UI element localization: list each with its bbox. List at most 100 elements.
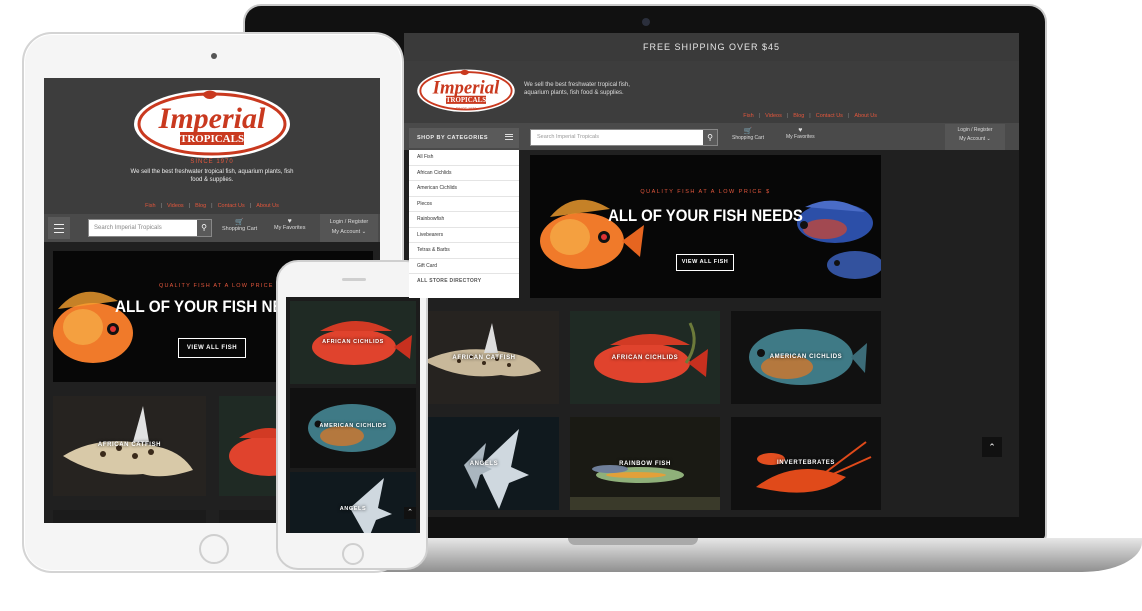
tile-african-cichlids[interactable]: AFRICAN CICHLIDS [290, 301, 416, 384]
link-blog[interactable]: Blog [793, 113, 804, 119]
category-tetras-barbs[interactable]: Tetras & Barbs [409, 243, 519, 259]
cart-label: Shopping Cart [222, 226, 258, 232]
svg-text:Imperial: Imperial [432, 77, 500, 98]
hero-kicker: QUALITY FISH AT A LOW PRICE $ [159, 283, 281, 289]
tile-label: AFRICAN CICHLIDS [611, 355, 679, 361]
cart-icon: 🛒 [743, 128, 753, 135]
category-american-cichlids[interactable]: American Cichlids [409, 181, 519, 197]
tile-african-catfish[interactable]: AFRICAN CATFISH [53, 396, 206, 496]
logo[interactable]: Imperial TROPICALS [132, 86, 292, 162]
home-button [199, 534, 229, 564]
heart-icon: ♥ [287, 218, 292, 225]
shop-by-categories-button[interactable]: SHOP BY CATEGORIES [409, 128, 519, 148]
cart-icon: 🛒 [235, 219, 244, 226]
tile-label: RAINBOW FISH [619, 461, 671, 467]
header-links: Fish | Videos | Blog | Contact Us | About Us [743, 113, 877, 119]
link-blog[interactable]: Blog [195, 203, 206, 209]
svg-text:TROPICALS: TROPICALS [180, 133, 244, 145]
mobile-site: AFRICAN CICHLIDS AMERICAN CICHLIDS ANGEL… [286, 297, 420, 533]
tile-label: AMERICAN CICHLIDS [769, 354, 843, 360]
tile-label: ANGELS [339, 506, 367, 512]
search-icon[interactable]: ⚲ [703, 130, 717, 145]
category-plecos[interactable]: Plecos [409, 197, 519, 212]
account-menu[interactable]: Login / Register My Account ⌄ [320, 214, 378, 242]
angelfish-image [290, 472, 416, 533]
favorites-button[interactable]: ♥ My Favorites [274, 218, 305, 231]
nav-bar: SHOP BY CATEGORIES Search Imperial Tropi… [404, 123, 1019, 150]
speaker [342, 278, 366, 281]
tile-african-cichlids[interactable]: AFRICAN CICHLIDS [570, 311, 720, 404]
device-mockup: FREE SHIPPING OVER $45 Imperial TROPICAL… [0, 0, 1142, 611]
camera-icon [642, 18, 650, 26]
search-icon[interactable]: ⚲ [197, 220, 211, 236]
svg-text:SINCE 1970: SINCE 1970 [456, 107, 477, 111]
cart-button[interactable]: 🛒 Shopping Cart [732, 127, 764, 141]
site-header: Imperial TROPICALS SINCE 1970 We sell th… [44, 78, 380, 214]
tile-angels[interactable]: ANGELS [409, 417, 559, 510]
link-about[interactable]: About Us [854, 113, 877, 119]
hamburger-icon[interactable] [48, 217, 70, 239]
tile-partial [53, 510, 206, 523]
link-contact[interactable]: Contact Us [816, 113, 843, 119]
tile-american-cichlids[interactable]: AMERICAN CICHLIDS [731, 311, 881, 404]
chevron-down-icon: ⌄ [986, 136, 991, 142]
categories-label: SHOP BY CATEGORIES [417, 135, 489, 141]
search-placeholder: Search Imperial Tropicals [537, 134, 600, 140]
category-gift-card[interactable]: Gift Card [409, 259, 519, 274]
search-input[interactable]: Search Imperial Tropicals ⚲ [530, 129, 718, 146]
tile-rainbow-fish[interactable]: RAINBOW FISH [570, 417, 720, 510]
svg-text:Imperial: Imperial [158, 102, 266, 135]
link-contact[interactable]: Contact Us [218, 203, 245, 209]
category-all-fish[interactable]: All Fish [409, 150, 519, 166]
logo[interactable]: Imperial TROPICALS SINCE 1970 [416, 67, 516, 115]
login-register-link[interactable]: Login / Register [945, 126, 1005, 135]
categories-dropdown: All Fish African Cichlids American Cichl… [409, 150, 519, 298]
nav-bar: Search Imperial Tropicals ⚲ 🛒 Shopping C… [44, 214, 380, 242]
home-button [342, 543, 364, 565]
tile-label: INVERTEBRATES [776, 460, 836, 466]
category-store-directory[interactable]: ALL STORE DIRECTORY [409, 274, 519, 290]
link-fish[interactable]: Fish [743, 113, 753, 119]
free-shipping-banner: FREE SHIPPING OVER $45 [404, 33, 1019, 61]
favorites-button[interactable]: ♥ My Favorites [786, 127, 815, 140]
category-livebearers[interactable]: Livebearers [409, 228, 519, 243]
chevron-down-icon: ⌄ [361, 229, 367, 235]
camera-icon [211, 53, 217, 59]
hero-banner: QUALITY FISH AT A LOW PRICE $ ALL OF YOU… [530, 155, 881, 298]
account-menu[interactable]: Login / Register My Account ⌄ [945, 124, 1005, 150]
back-to-top-button[interactable]: ⌃ [404, 507, 416, 519]
back-to-top-button[interactable]: ⌃ [982, 437, 1002, 457]
cart-label: Shopping Cart [732, 135, 764, 141]
tile-african-catfish[interactable]: AFRICAN CATFISH [409, 311, 559, 404]
tile-label: AFRICAN CICHLIDS [322, 339, 384, 345]
link-about[interactable]: About Us [256, 203, 279, 209]
heart-icon: ♥ [798, 127, 803, 134]
link-videos[interactable]: Videos [167, 203, 184, 209]
cart-button[interactable]: 🛒 Shopping Cart [222, 218, 257, 232]
tile-angels[interactable]: ANGELS [290, 472, 416, 533]
tile-label: ANGELS [469, 461, 499, 467]
desktop-site: FREE SHIPPING OVER $45 Imperial TROPICAL… [404, 33, 1019, 517]
category-rainbowfish[interactable]: Rainbowfish [409, 212, 519, 228]
login-register-link[interactable]: Login / Register [320, 217, 378, 227]
link-fish[interactable]: Fish [145, 203, 155, 209]
chevron-up-icon: ⌃ [407, 509, 413, 516]
my-account-label: My Account [331, 229, 361, 235]
view-all-fish-button[interactable]: VIEW ALL FISH [178, 338, 246, 358]
tagline: We sell the best freshwater tropical fis… [524, 82, 630, 96]
since-text: SINCE 1970 [190, 159, 234, 165]
tile-american-cichlids[interactable]: AMERICAN CICHLIDS [290, 388, 416, 468]
tagline: We sell the best freshwater tropical fis… [130, 169, 294, 183]
search-input[interactable]: Search Imperial Tropicals ⚲ [88, 219, 212, 237]
tile-label: AFRICAN CATFISH [97, 442, 162, 448]
hero-title: ALL OF YOUR FISH NE [115, 297, 283, 316]
link-videos[interactable]: Videos [765, 113, 782, 119]
tile-label: AFRICAN CATFISH [452, 355, 516, 361]
tile-invertebrates[interactable]: INVERTEBRATES [731, 417, 881, 510]
category-african-cichlids[interactable]: African Cichlids [409, 166, 519, 181]
view-all-fish-button[interactable]: VIEW ALL FISH [676, 254, 734, 271]
svg-text:TROPICALS: TROPICALS [446, 97, 486, 104]
favorites-label: My Favorites [274, 225, 306, 231]
favorites-label: My Favorites [786, 134, 815, 140]
site-header: Imperial TROPICALS SINCE 1970 We sell th… [404, 61, 1019, 123]
